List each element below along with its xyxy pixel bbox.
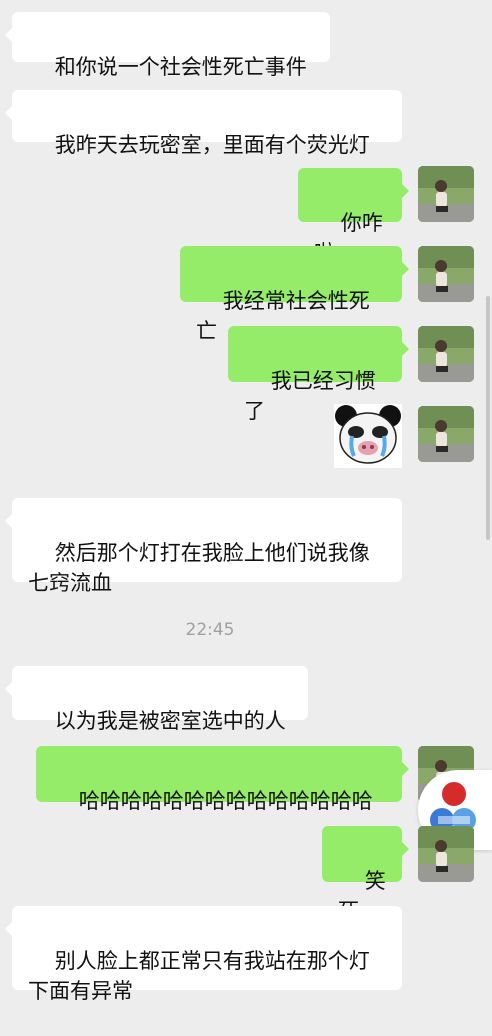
message-text: 哈哈哈哈哈哈哈哈哈哈哈哈哈哈 (78, 789, 373, 813)
crying-panda-sticker[interactable] (334, 404, 402, 468)
user-avatar-icon[interactable] (418, 166, 474, 222)
message-text: 和你说一个社会性死亡事件 (54, 55, 307, 79)
message-bubble-incoming[interactable]: 我昨天去玩密室，里面有个荧光灯 (5, 90, 402, 157)
scrollbar[interactable] (486, 296, 490, 540)
message-bubble-outgoing[interactable]: 我已经习惯了 (228, 326, 409, 423)
message-bubble-outgoing[interactable]: 我经常社会性死亡 (180, 246, 409, 343)
message-text: 然后那个灯打在我脸上他们说我像 七窍流血 (28, 541, 370, 595)
message-text: 以为我是被密室选中的人 (54, 709, 286, 733)
message-bubble-incoming[interactable]: 以为我是被密室选中的人 (5, 666, 308, 733)
message-timestamp: 22:45 (185, 620, 235, 640)
message-text: 别人脸上都正常只有我站在那个灯 下面有异常 (28, 949, 370, 1003)
message-bubble-incoming[interactable]: 和你说一个社会性死亡事件 (5, 12, 330, 79)
message-bubble-outgoing[interactable]: 笑死 (322, 826, 409, 923)
message-bubble-outgoing[interactable]: 哈哈哈哈哈哈哈哈哈哈哈哈哈哈 (36, 746, 409, 813)
message-bubble-incoming[interactable]: 别人脸上都正常只有我站在那个灯 下面有异常 (5, 906, 402, 1003)
message-text: 我昨天去玩密室，里面有个荧光灯 (54, 133, 370, 157)
user-avatar-icon[interactable] (418, 826, 474, 882)
user-avatar-icon[interactable] (418, 406, 474, 462)
user-avatar-icon[interactable] (418, 326, 474, 382)
message-bubble-incoming[interactable]: 然后那个灯打在我脸上他们说我像 七窍流血 (5, 498, 402, 595)
chat-window: 和你说一个社会性死亡事件 我昨天去玩密室，里面有个荧光灯 你咋啦 我经常社会性死… (0, 0, 492, 1003)
user-avatar-icon[interactable] (418, 246, 474, 302)
message-bubble-outgoing[interactable]: 你咋啦 (298, 168, 409, 265)
